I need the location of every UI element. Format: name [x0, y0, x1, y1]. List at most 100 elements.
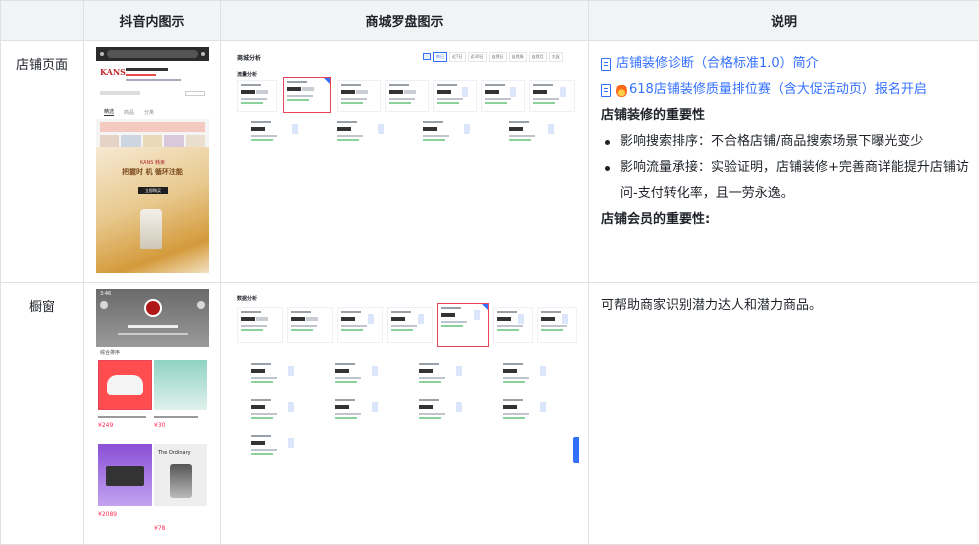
comparison-table: 抖音内图示 商城罗盘图示 说明 店铺页面 KANS 精选	[0, 0, 979, 545]
table-row: 橱窗 3:46 综合排序	[1, 283, 979, 545]
kpi-card[interactable]	[331, 359, 407, 385]
price: ¥78	[154, 525, 165, 532]
product-info: ¥249	[98, 413, 152, 439]
kpi-card[interactable]	[385, 80, 429, 112]
banner-image: KANS 韩束 把握时 机 循环注能 立即购买	[96, 147, 209, 273]
product-thumbs	[96, 135, 209, 147]
window-dashboard-mock: 数据分析	[233, 289, 579, 465]
kpi-card[interactable]	[247, 431, 323, 457]
kpi-card[interactable]	[337, 80, 381, 112]
kpi-card[interactable]	[333, 117, 413, 141]
kpi-card[interactable]	[237, 80, 277, 112]
link-decoration-diagnosis[interactable]: 店铺装修诊断（合格标准1.0）简介	[601, 51, 969, 77]
shop-tabs: 精选 商品 分类	[96, 105, 209, 119]
fire-icon	[616, 83, 627, 97]
product-info: ¥30	[154, 413, 207, 439]
kpi-card[interactable]	[247, 117, 327, 141]
kpi-card[interactable]	[237, 307, 283, 343]
link-618-contest[interactable]: 618店铺装修质量排位赛（含大促活动页）报名开启	[601, 77, 969, 103]
shop-description: 店铺装修诊断（合格标准1.0）简介 618店铺装修质量排位赛（含大促活动页）报名…	[589, 41, 979, 283]
kpi-card[interactable]	[481, 80, 525, 112]
avatar[interactable]	[144, 299, 162, 317]
filter-7d[interactable]: 近7日	[449, 52, 466, 62]
tab-products[interactable]: 商品	[124, 109, 134, 116]
kpi-card[interactable]	[419, 117, 499, 141]
tab-categories[interactable]: 分类	[144, 109, 154, 116]
header-douyin: 抖音内图示	[84, 1, 221, 41]
heading-membership-importance: 店铺会员的重要性:	[601, 207, 969, 233]
more-icon[interactable]	[197, 301, 205, 309]
shop-phone-mock: KANS 精选 商品 分类 KANS 韩束	[96, 47, 209, 273]
kpi-card[interactable]	[387, 307, 433, 343]
banner-brand: KANS 韩束	[96, 159, 209, 166]
price: ¥2089	[98, 511, 117, 518]
dashboard-title: 商城分析	[237, 53, 261, 62]
kpi-card[interactable]	[493, 307, 533, 343]
kpi-card[interactable]	[415, 395, 491, 421]
filter-promo[interactable]: 大促	[549, 52, 563, 62]
dashboard-section: 流量分析	[237, 71, 257, 78]
filter-month[interactable]: 自然月	[529, 52, 547, 62]
kpi-card[interactable]	[247, 395, 323, 421]
kpi-card[interactable]	[499, 359, 575, 385]
header-compass: 商城罗盘图示	[221, 1, 589, 41]
product-bottle	[140, 209, 162, 249]
kpi-card[interactable]	[337, 307, 383, 343]
row-label: 橱窗	[1, 283, 84, 545]
product-card[interactable]	[154, 360, 207, 410]
filter-yesterday[interactable]: 昨日	[433, 52, 447, 62]
product-card-highlighted[interactable]	[98, 360, 152, 410]
table-row: 店铺页面 KANS 精选 商品 分类	[1, 41, 979, 283]
phone-search-bar	[96, 47, 209, 61]
status-time: 3:46	[100, 291, 111, 297]
date-filters: 昨日 近7日 近30日 自然日 自然周 自然月 大促	[433, 52, 563, 62]
kpi-card[interactable]	[499, 395, 575, 421]
link-text[interactable]: 618店铺装修质量排位赛（含大促活动页）报名开启	[629, 77, 927, 103]
product-brand-text: The Ordinary	[158, 450, 191, 456]
document-icon	[601, 84, 611, 97]
sort-bar: 综合排序	[96, 347, 209, 357]
shop-dashboard-mock: 商城分析 昨日 近7日 近30日 自然日 自然周 自然月 大促 流量分析	[233, 47, 579, 143]
sort-label[interactable]: 综合排序	[100, 350, 120, 356]
kpi-card[interactable]	[505, 117, 577, 141]
importance-list: 影响搜索排序：不合格店铺/商品搜索场景下曝光变少 影响流量承接：实验证明，店铺装…	[601, 129, 969, 207]
kpi-card-highlighted[interactable]	[437, 303, 489, 347]
banner-buy-button[interactable]: 立即购买	[138, 187, 168, 194]
window-phone-mock: 3:46 综合排序 ¥249	[96, 289, 209, 544]
kpi-card[interactable]	[537, 307, 577, 343]
filter-30d[interactable]: 近30日	[468, 52, 487, 62]
header-description: 说明	[589, 1, 979, 41]
kpi-card[interactable]	[433, 80, 477, 112]
compass-shop-image: 商城分析 昨日 近7日 近30日 自然日 自然周 自然月 大促 流量分析	[221, 41, 589, 283]
product-card[interactable]	[98, 444, 152, 506]
back-icon[interactable]	[100, 301, 108, 309]
filter-week[interactable]: 自然周	[509, 52, 527, 62]
side-float-button[interactable]	[573, 437, 579, 463]
price: ¥30	[154, 422, 207, 429]
link-text[interactable]: 店铺装修诊断（合格标准1.0）简介	[616, 51, 819, 77]
dashboard-section: 数据分析	[237, 295, 257, 302]
list-item: 影响流量承接：实验证明，店铺装修+完善商详能提升店铺访问-支付转化率，且一劳永逸…	[601, 155, 969, 207]
douyin-window-image: 3:46 综合排序 ¥249	[84, 283, 221, 545]
window-note: 可帮助商家识别潜力达人和潜力商品。	[601, 293, 969, 319]
kpi-card[interactable]	[529, 80, 575, 112]
kpi-card[interactable]	[247, 359, 323, 385]
tab-featured[interactable]: 精选	[104, 108, 114, 116]
banner-slogan: 把握时 机 循环注能	[96, 167, 209, 177]
profile-header: 3:46	[96, 289, 209, 347]
promo-strip	[100, 122, 205, 132]
price: ¥249	[98, 422, 152, 429]
sneaker-image	[107, 375, 143, 395]
douyin-shop-image: KANS 精选 商品 分类 KANS 韩束	[84, 41, 221, 283]
kpi-card[interactable]	[331, 395, 407, 421]
table-header-row: 抖音内图示 商城罗盘图示 说明	[1, 1, 979, 41]
kpi-card[interactable]	[287, 307, 333, 343]
kpi-card-highlighted[interactable]	[283, 77, 331, 113]
filter-day[interactable]: 自然日	[489, 52, 507, 62]
row-label: 店铺页面	[1, 41, 84, 283]
kpi-card[interactable]	[415, 359, 491, 385]
list-item: 影响搜索排序：不合格店铺/商品搜索场景下曝光变少	[601, 129, 969, 155]
brand-logo: KANS	[100, 67, 126, 77]
shop-header: KANS	[96, 61, 209, 105]
product-card[interactable]: The Ordinary	[154, 444, 207, 506]
